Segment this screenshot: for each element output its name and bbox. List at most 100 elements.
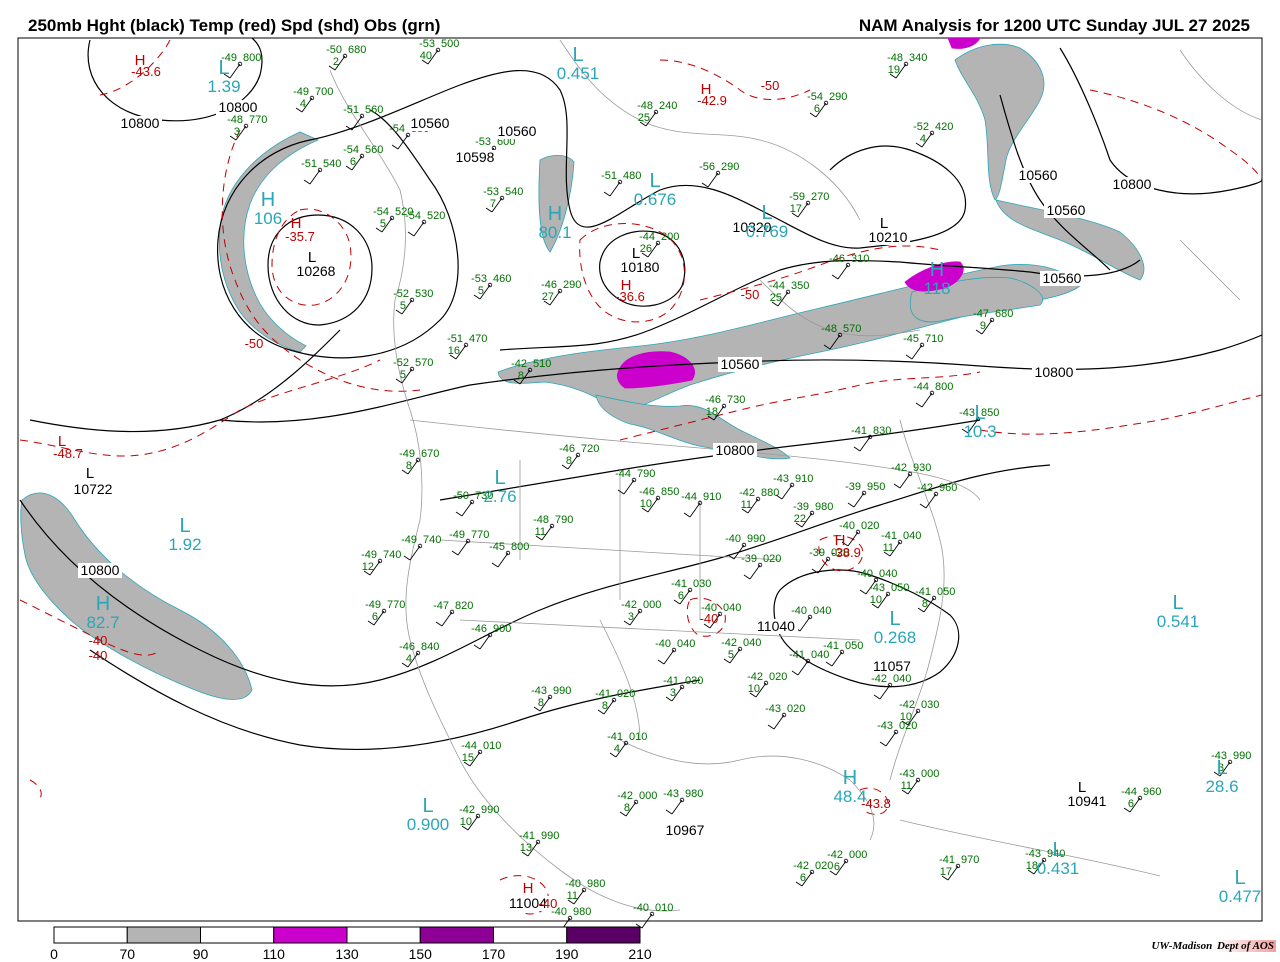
ob-height: 800	[511, 541, 529, 553]
ob-speed: 25	[770, 292, 782, 304]
low-center-marker: L	[1234, 867, 1245, 889]
ob-height: 990	[481, 804, 499, 816]
temperature-label: -40	[89, 648, 108, 663]
ob-height: 980	[815, 501, 833, 513]
ob-speed: 4	[920, 133, 926, 145]
ob-speed: 17	[790, 203, 802, 215]
high-center-marker: H	[523, 880, 534, 897]
ob-height: 040	[903, 530, 921, 542]
ob-temperature: -42	[511, 358, 527, 370]
temperature-label: -50	[741, 287, 760, 302]
ob-height: 730	[727, 394, 745, 406]
ob-speed: 25	[638, 112, 650, 124]
ob-speed: 5	[380, 218, 386, 230]
ob-height: 510	[533, 358, 551, 370]
ob-temperature: -39	[845, 481, 861, 493]
ob-temperature: -41	[915, 586, 931, 598]
ob-temperature: -52	[913, 121, 929, 133]
ob-height: 000	[639, 790, 657, 802]
ob-height: 720	[581, 443, 599, 455]
center-value: 48.4	[833, 787, 866, 806]
ob-temperature: -54	[405, 210, 421, 222]
ob-height: 950	[867, 481, 885, 493]
low-center-marker: L	[1216, 757, 1227, 779]
ob-temperature: -42	[917, 482, 933, 494]
low-center-marker: L	[494, 467, 505, 489]
ob-speed: 8	[922, 598, 928, 610]
ob-speed: 8	[566, 455, 572, 467]
analysis-time: NAM Analysis for 1200 UTC Sunday JUL 27 …	[858, 16, 1250, 35]
ob-temperature: -40	[857, 568, 873, 580]
ob-temperature: -42	[459, 804, 475, 816]
ob-height: 850	[661, 486, 679, 498]
height-label: 10800	[219, 99, 258, 115]
ob-height: 540	[323, 158, 341, 170]
ob-speed: 5	[400, 300, 406, 312]
ob-speed: 11	[901, 780, 912, 792]
ob-speed: 4	[406, 653, 412, 665]
low-center-marker: L	[649, 170, 660, 192]
ob-speed: 10	[748, 683, 760, 695]
ob-speed: 12	[362, 561, 374, 573]
ob-temperature: -53	[483, 186, 499, 198]
ob-temperature: -42	[721, 637, 737, 649]
ob-height: 000	[921, 768, 939, 780]
ob-temperature: -46	[399, 641, 415, 653]
ob-temperature: -54	[373, 206, 389, 218]
ob-height: 740	[383, 549, 401, 561]
center-value: 0.268	[874, 628, 917, 647]
ob-height: 960	[1143, 786, 1161, 798]
ob-temperature: -51	[301, 158, 317, 170]
ob-height: 290	[721, 161, 739, 173]
height-label: 10800	[121, 115, 160, 131]
ob-temperature: -47	[973, 308, 989, 320]
colorbar-bin	[419, 926, 494, 944]
map-title: 250mb Hght (black) Temp (red) Spd (shd) …	[28, 16, 441, 35]
ob-temperature: -46	[471, 623, 487, 635]
ob-speed: 6	[678, 590, 684, 602]
low-center-marker: L	[58, 433, 66, 450]
ob-speed: 11	[567, 890, 578, 902]
ob-speed: 6	[350, 156, 356, 168]
ob-speed: 19	[888, 64, 900, 76]
ob-speed: 10	[870, 594, 882, 606]
low-center-marker: L	[86, 465, 94, 482]
height-label: 10560	[498, 123, 537, 139]
ob-height: 020	[763, 553, 781, 565]
height-label: 10967	[666, 822, 705, 838]
ob-temperature: -40	[565, 878, 581, 890]
ob-temperature: -42	[739, 487, 755, 499]
height-label: 10941	[1068, 793, 1107, 809]
ob-temperature: -42	[891, 462, 907, 474]
center-value: 0.769	[746, 222, 789, 241]
high-center-marker: H	[548, 203, 562, 225]
ob-height: 570	[843, 323, 861, 335]
height-label: 10560	[721, 356, 760, 372]
ob-temperature: -43	[773, 473, 789, 485]
ob-speed: 8	[406, 460, 412, 472]
ob-temperature: -49	[361, 549, 377, 561]
low-center-marker: L	[179, 515, 190, 537]
center-value: 10.3	[963, 422, 996, 441]
low-center-marker: L	[422, 795, 433, 817]
ob-temperature: -53	[475, 136, 491, 148]
ob-height: 480	[623, 170, 641, 182]
credit-department: Dept of AOS	[1214, 940, 1276, 952]
ob-temperature: -53	[471, 273, 487, 285]
ob-speed: 8	[624, 802, 630, 814]
ob-temperature: -41	[607, 731, 623, 743]
temperature-label: -40	[700, 611, 719, 626]
ob-height: 910	[795, 473, 813, 485]
ob-speed: 6	[800, 872, 806, 884]
ob-temperature: -59	[789, 191, 805, 203]
ob-speed: 3	[234, 126, 240, 138]
high-center-marker: H	[621, 277, 632, 294]
ob-temperature: -46	[639, 486, 655, 498]
ob-height: 020	[899, 720, 917, 732]
low-center-marker: L	[761, 202, 772, 224]
ob-speed: 6	[1128, 798, 1134, 810]
ob-height: 900	[493, 623, 511, 635]
ob-temperature: -44	[639, 231, 655, 243]
high-center-marker: H	[291, 215, 302, 232]
ob-height: 270	[811, 191, 829, 203]
